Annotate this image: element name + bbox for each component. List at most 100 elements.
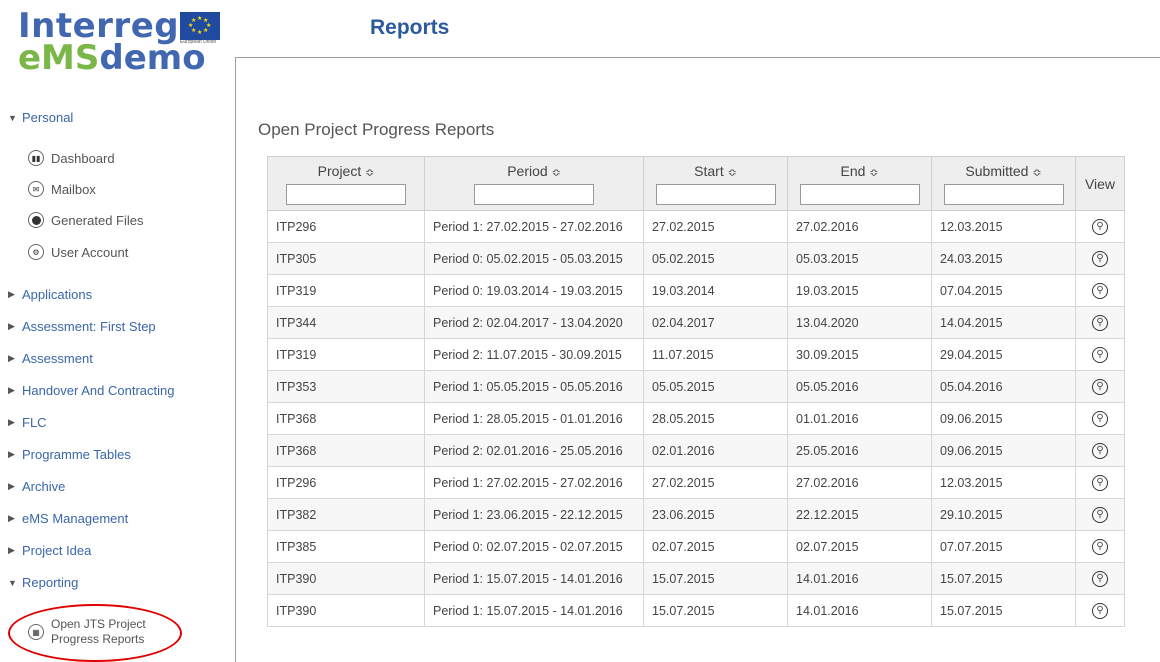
sidebar-divider [235, 57, 236, 662]
magnifier-icon: ⚲ [1096, 509, 1104, 521]
cell-project: ITP319 [267, 338, 425, 371]
cell-submitted: 29.10.2015 [931, 498, 1076, 531]
cell-period: Period 0: 19.03.2014 - 19.03.2015 [424, 274, 644, 307]
sidebar-section-label: Personal [22, 110, 74, 125]
table-row: ITP368 Period 1: 28.05.2015 - 01.01.2016 2… [267, 402, 1125, 435]
sidebar-item-mailbox[interactable]: ✉ Mailbox [28, 181, 96, 197]
cell-start: 27.02.2015 [643, 210, 788, 243]
view-report-button[interactable]: ⚲ [1092, 570, 1108, 587]
sidebar-section-programme-tables[interactable]: ▶ Programme Tables [8, 447, 131, 462]
sidebar-section-assessment[interactable]: ▶ Assessment [8, 351, 93, 366]
page-title: Reports [370, 16, 450, 39]
sidebar-section-label: Project Idea [22, 543, 92, 558]
column-header-project[interactable]: Project ≎ [267, 156, 425, 211]
sidebar-section-project-idea[interactable]: ▶ Project Idea [8, 543, 91, 558]
sidebar-section-label: Archive [22, 479, 66, 494]
view-report-button[interactable]: ⚲ [1092, 442, 1108, 459]
view-report-button[interactable]: ⚲ [1092, 346, 1108, 363]
cell-end: 14.01.2016 [787, 594, 932, 627]
sidebar-item-label-line2: Progress Reports [51, 632, 145, 646]
view-report-button[interactable]: ⚲ [1092, 538, 1108, 555]
sidebar-item-user-account[interactable]: ⚙ User Account [28, 244, 128, 260]
cell-start: 23.06.2015 [643, 498, 788, 531]
view-report-button[interactable]: ⚲ [1092, 314, 1108, 331]
section-title: Open Project Progress Reports [258, 120, 495, 139]
column-header-label: Period [507, 163, 548, 179]
gear-icon: ⚙ [28, 244, 44, 260]
column-header-end[interactable]: End ≎ [787, 156, 932, 211]
cell-start: 19.03.2014 [643, 274, 788, 307]
cell-end: 14.01.2016 [787, 562, 932, 595]
cell-period: Period 1: 23.06.2015 - 22.12.2015 [424, 498, 644, 531]
view-report-button[interactable]: ⚲ [1092, 410, 1108, 427]
grid-icon: ▦ [28, 624, 44, 640]
sidebar-section-flc[interactable]: ▶ FLC [8, 415, 47, 430]
column-header-label: View [1084, 176, 1116, 192]
magnifier-icon: ⚲ [1096, 413, 1104, 425]
view-report-button[interactable]: ⚲ [1092, 250, 1108, 267]
sidebar-item-generated-files[interactable]: Generated Files [28, 212, 144, 228]
magnifier-icon: ⚲ [1096, 349, 1104, 361]
start-filter-input[interactable] [655, 184, 776, 205]
cell-project: ITP385 [267, 530, 425, 563]
caret-right-icon: ▶ [8, 481, 15, 491]
cell-view: ⚲ [1075, 530, 1125, 563]
caret-right-icon: ▶ [8, 353, 15, 363]
table-row: ITP305 Period 0: 05.02.2015 - 05.03.2015 0… [267, 242, 1125, 275]
column-header-period[interactable]: Period ≎ [424, 156, 644, 211]
sidebar-section-label: Handover And Contracting [22, 383, 175, 398]
reports-table: Project ≎ Period ≎ Start ≎ End ≎ Submitt… [267, 156, 1125, 627]
cell-project: ITP296 [267, 210, 425, 243]
column-header-submitted[interactable]: Submitted ≎ [931, 156, 1076, 211]
cell-submitted: 07.07.2015 [931, 530, 1076, 563]
cell-submitted: 15.07.2015 [931, 562, 1076, 595]
table-row: ITP319 Period 2: 11.07.2015 - 30.09.2015 1… [267, 338, 1125, 371]
cell-view: ⚲ [1075, 594, 1125, 627]
table-header-row: Project ≎ Period ≎ Start ≎ End ≎ Submitt… [267, 156, 1125, 211]
column-header-label: Submitted [965, 163, 1029, 179]
cell-view: ⚲ [1075, 370, 1125, 403]
cell-submitted: 07.04.2015 [931, 274, 1076, 307]
caret-right-icon: ▶ [8, 449, 15, 459]
view-report-button[interactable]: ⚲ [1092, 282, 1108, 299]
sidebar-section-handover[interactable]: ▶ Handover And Contracting [8, 383, 174, 398]
caret-right-icon: ▶ [8, 545, 15, 555]
cell-submitted: 12.03.2015 [931, 466, 1076, 499]
cell-end: 13.04.2020 [787, 306, 932, 339]
column-header-start[interactable]: Start ≎ [643, 156, 788, 211]
view-report-button[interactable]: ⚲ [1092, 506, 1108, 523]
sidebar-section-applications[interactable]: ▶ Applications [8, 287, 92, 302]
sidebar-item-open-jts-reports[interactable]: ▦ Open JTS Project Progress Reports [28, 617, 146, 647]
sidebar-section-archive[interactable]: ▶ Archive [8, 479, 65, 494]
magnifier-icon: ⚲ [1096, 573, 1104, 585]
project-filter-input[interactable] [286, 184, 406, 205]
dashboard-icon: ▮▮ [28, 150, 44, 166]
cell-project: ITP344 [267, 306, 425, 339]
sidebar-section-ems-management[interactable]: ▶ eMS Management [8, 511, 128, 526]
sidebar-section-reporting[interactable]: ▼ Reporting [8, 575, 78, 590]
cell-end: 01.01.2016 [787, 402, 932, 435]
end-filter-input[interactable] [799, 184, 920, 205]
cell-start: 05.02.2015 [643, 242, 788, 275]
cell-end: 02.07.2015 [787, 530, 932, 563]
sidebar-item-dashboard[interactable]: ▮▮ Dashboard [28, 150, 115, 166]
view-report-button[interactable]: ⚲ [1092, 602, 1108, 619]
submitted-filter-input[interactable] [943, 184, 1064, 205]
cell-submitted: 12.03.2015 [931, 210, 1076, 243]
cell-start: 02.01.2016 [643, 434, 788, 467]
magnifier-icon: ⚲ [1096, 445, 1104, 457]
period-filter-input[interactable] [474, 184, 594, 205]
sidebar-section-assessment-first-step[interactable]: ▶ Assessment: First Step [8, 319, 156, 334]
caret-right-icon: ▶ [8, 321, 15, 331]
view-report-button[interactable]: ⚲ [1092, 218, 1108, 235]
caret-down-icon: ▼ [8, 112, 17, 123]
cell-end: 05.05.2016 [787, 370, 932, 403]
caret-right-icon: ▶ [8, 385, 15, 395]
view-report-button[interactable]: ⚲ [1092, 474, 1108, 491]
cell-end: 30.09.2015 [787, 338, 932, 371]
cell-start: 15.07.2015 [643, 562, 788, 595]
cell-submitted: 05.04.2016 [931, 370, 1076, 403]
magnifier-icon: ⚲ [1096, 253, 1104, 265]
sidebar-section-personal[interactable]: ▼ Personal [8, 110, 73, 125]
view-report-button[interactable]: ⚲ [1092, 378, 1108, 395]
